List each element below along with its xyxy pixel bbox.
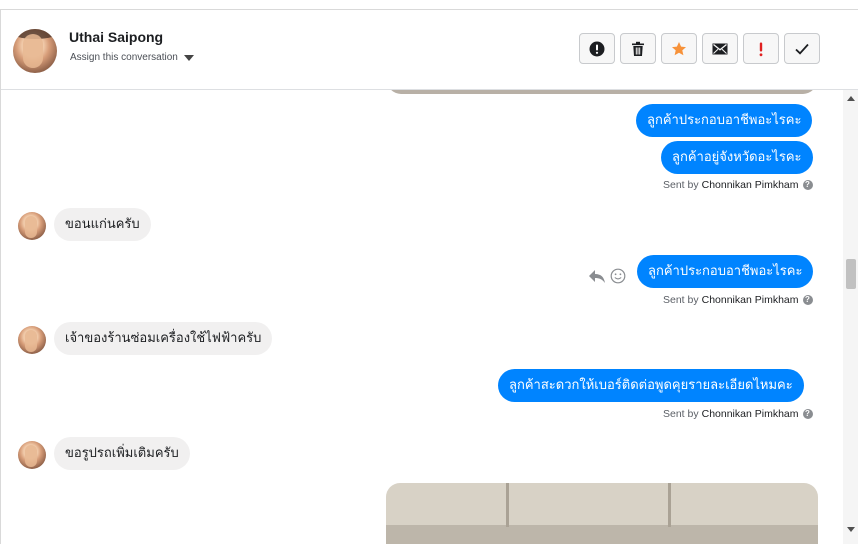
reply-icon[interactable] [588,268,606,284]
assign-label: Assign this conversation [70,52,178,63]
message-bubble-out[interactable]: ลูกค้าประกอบอาชีพอะไรคะ [636,104,813,137]
contact-avatar-small [18,212,46,240]
assign-conversation-dropdown[interactable]: Assign this conversation [70,52,194,63]
message-bubble-in[interactable]: เจ้าของร้านซ่อมเครื่องใช้ไฟฟ้าครับ [54,322,273,355]
emoji-reaction-icon[interactable] [610,268,626,284]
contact-name[interactable]: Uthai Saipong [69,29,163,45]
sent-by-agent[interactable]: Chonnikan Pimkham [702,294,799,306]
message-thread: ลูกค้าประกอบอาชีพอะไรคะ ลูกค้าอยู่จังหวั… [1,90,843,544]
help-icon[interactable]: ? [802,180,813,190]
caret-down-icon [183,54,194,61]
sent-by-prefix: Sent by [663,294,699,306]
message-image[interactable] [386,483,818,544]
message-image-partial-top[interactable] [387,90,817,94]
contact-avatar[interactable] [13,29,57,73]
help-icon[interactable]: ? [802,409,813,419]
sent-by-line: Sent by Chonnikan Pimkham ? [663,294,813,306]
alert-circle-icon [589,41,605,56]
sent-by-line: Sent by Chonnikan Pimkham ? [663,179,813,191]
message-bubble-out[interactable]: ลูกค้าประกอบอาชีพอะไรคะ [637,255,814,288]
mark-unread-button[interactable] [702,33,738,64]
scrollbar-thumb[interactable] [846,259,856,289]
sent-by-line: Sent by Chonnikan Pimkham ? [663,408,813,420]
delete-button[interactable] [620,33,656,64]
follow-up-button[interactable] [743,33,779,64]
report-spam-button[interactable] [579,33,615,64]
scroll-up-arrow-icon[interactable] [847,96,855,101]
thread-scrollbar[interactable] [843,90,858,544]
sent-by-agent[interactable]: Chonnikan Pimkham [702,179,799,191]
help-icon[interactable]: ? [802,295,813,305]
contact-avatar-small [18,441,46,469]
star-icon [672,41,686,55]
star-button[interactable] [661,33,697,64]
contact-avatar-small [18,326,46,354]
sent-by-agent[interactable]: Chonnikan Pimkham [702,408,799,420]
envelope-icon [712,43,728,54]
check-icon [795,43,809,55]
scroll-down-arrow-icon[interactable] [847,527,855,532]
exclamation-icon [759,42,763,56]
sent-by-prefix: Sent by [663,179,699,191]
sent-by-prefix: Sent by [663,408,699,420]
message-bubble-in[interactable]: ขอนแก่นครับ [54,208,151,241]
mark-done-button[interactable] [784,33,820,64]
trash-icon [632,41,644,56]
conversation-toolbar [579,33,820,67]
message-bubble-in[interactable]: ขอรูปรถเพิ่มเติมครับ [54,437,190,470]
message-bubble-out[interactable]: ลูกค้าอยู่จังหวัดอะไรคะ [661,141,813,174]
message-bubble-out[interactable]: ลูกค้าสะดวกให้เบอร์ติดต่อพูดคุยรายละเอีย… [498,369,804,402]
conversation-header: Uthai Saipong Assign this conversation [1,10,858,90]
